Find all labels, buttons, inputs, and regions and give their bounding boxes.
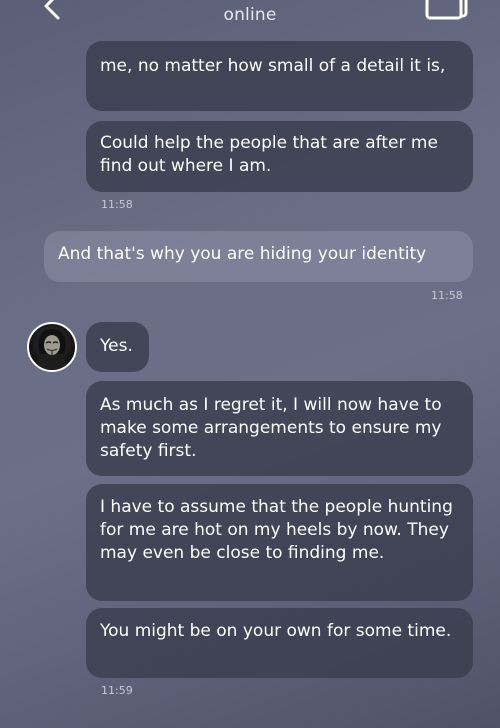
message-text: Could help the people that are after me … (100, 133, 438, 176)
message-text: And that's why you are hiding your ident… (58, 244, 427, 264)
message-bubble: I have to assume that the people hunting… (86, 484, 473, 601)
message-timestamp: 11:58 (101, 198, 133, 211)
masked-figure-avatar-image (35, 329, 69, 370)
message-timestamp: 11:58 (431, 289, 463, 302)
message-list[interactable]: me, no matter how small of a detail it i… (0, 0, 500, 728)
message-bubble: Could help the people that are after me … (86, 121, 473, 192)
message-bubble: Yes. (86, 322, 149, 372)
message-bubble: You might be on your own for some time. (86, 608, 473, 678)
message-text: I have to assume that the people hunting… (100, 497, 453, 563)
message-text: As much as I regret it, I will now have … (100, 395, 442, 461)
contact-avatar[interactable] (27, 322, 77, 372)
message-text: You might be on your own for some time. (100, 621, 452, 641)
message-bubble: me, no matter how small of a detail it i… (86, 41, 473, 111)
message-timestamp: 11:59 (101, 684, 133, 697)
message-text: me, no matter how small of a detail it i… (100, 56, 446, 76)
message-text: Yes. (100, 336, 133, 356)
sent-message-bubble: And that's why you are hiding your ident… (44, 231, 473, 282)
message-bubble: As much as I regret it, I will now have … (86, 381, 473, 476)
